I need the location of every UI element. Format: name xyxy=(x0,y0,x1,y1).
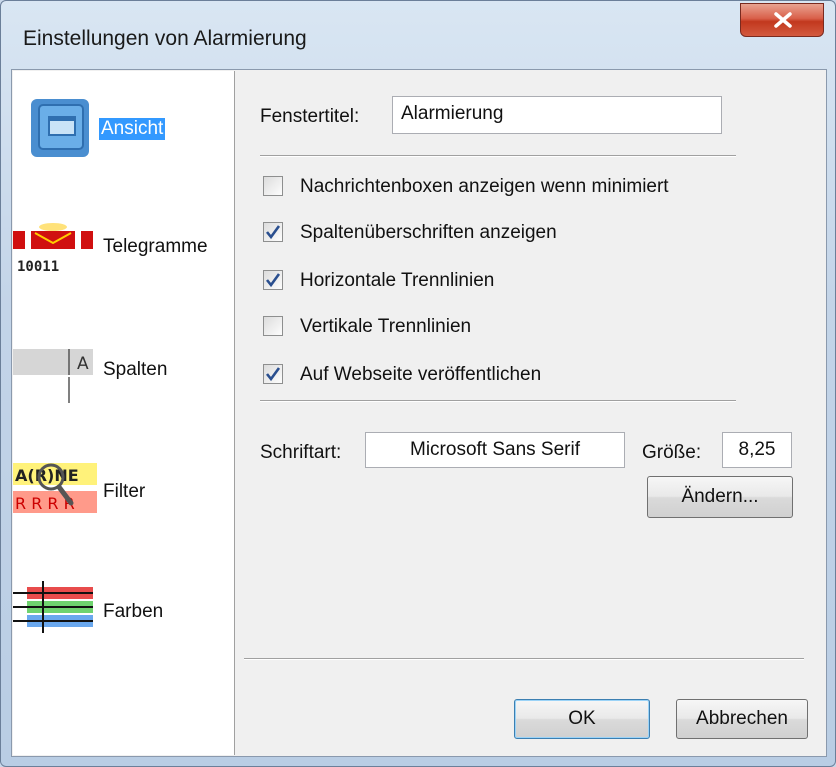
columns-icon-text: A xyxy=(77,354,89,374)
separator xyxy=(260,400,736,402)
sidebar-item-filter[interactable]: A(R)NE R R R R Filter xyxy=(13,449,234,529)
minimized-boxes-checkbox[interactable] xyxy=(263,176,283,196)
title-bar[interactable]: Einstellungen von Alarmierung xyxy=(1,1,835,71)
sidebar-item-label: Filter xyxy=(103,481,146,502)
checkbox-label: Vertikale Trennlinien xyxy=(300,316,472,337)
font-name-field: Microsoft Sans Serif xyxy=(365,432,625,468)
sidebar-item-label: Farben xyxy=(103,601,164,622)
horizontal-lines-checkbox[interactable] xyxy=(263,270,283,290)
window-title-input[interactable]: Alarmierung xyxy=(392,96,722,134)
sidebar-item-label: Spalten xyxy=(103,359,168,380)
sidebar-item-telegramme[interactable]: 10011 Telegramme xyxy=(13,211,234,291)
sidebar-item-farben[interactable]: Farben xyxy=(13,571,234,651)
checkmark-icon xyxy=(265,225,281,240)
vertical-lines-checkbox[interactable] xyxy=(263,316,283,336)
telegram-icon-text: 10011 xyxy=(17,259,59,275)
sidebar-item-label: Telegramme xyxy=(103,236,208,257)
column-headers-checkbox[interactable] xyxy=(263,222,283,242)
publish-website-checkbox[interactable] xyxy=(263,364,283,384)
checkbox-label: Spaltenüberschriften anzeigen xyxy=(300,222,557,243)
sidebar-item-ansicht[interactable]: Ansicht xyxy=(13,91,234,171)
size-label: Größe: xyxy=(642,442,702,463)
dialog-body: Ansicht 10011 Telegramme A Spalten A(R)N… xyxy=(11,69,827,757)
sidebar-item-label: Ansicht xyxy=(99,118,166,140)
filter-magnifier-icon: A(R)NE R R R R xyxy=(13,463,97,513)
settings-dialog: Einstellungen von Alarmierung Ansicht 10… xyxy=(0,0,836,767)
font-size-field: 8,25 xyxy=(722,432,792,468)
checkbox-label: Nachrichtenboxen anzeigen wenn minimiert xyxy=(300,176,669,197)
sidebar-item-spalten[interactable]: A Spalten xyxy=(13,329,234,409)
separator xyxy=(244,658,804,660)
checkmark-icon xyxy=(265,273,281,288)
checkbox-label: Horizontale Trennlinien xyxy=(300,270,495,291)
settings-panel: Fenstertitel: Alarmierung Nachrichtenbox… xyxy=(236,70,826,756)
close-button[interactable] xyxy=(740,3,824,37)
columns-icon: A xyxy=(13,349,93,403)
window-title: Einstellungen von Alarmierung xyxy=(23,27,307,50)
category-sidebar: Ansicht 10011 Telegramme A Spalten A(R)N… xyxy=(13,71,235,755)
separator xyxy=(260,155,736,157)
close-icon xyxy=(774,12,792,28)
checkmark-icon xyxy=(265,367,281,382)
change-font-button[interactable]: Ändern... xyxy=(647,476,793,518)
font-label: Schriftart: xyxy=(260,442,342,463)
color-lines-icon xyxy=(13,581,93,633)
window-icon xyxy=(31,99,89,157)
telegram-icon: 10011 xyxy=(13,223,93,275)
checkbox-label: Auf Webseite veröffentlichen xyxy=(300,364,542,385)
cancel-button[interactable]: Abbrechen xyxy=(676,699,808,739)
filter-icon-text-top: A(R)NE xyxy=(15,466,79,485)
window-title-label: Fenstertitel: xyxy=(260,106,360,127)
ok-button[interactable]: OK xyxy=(514,699,650,739)
